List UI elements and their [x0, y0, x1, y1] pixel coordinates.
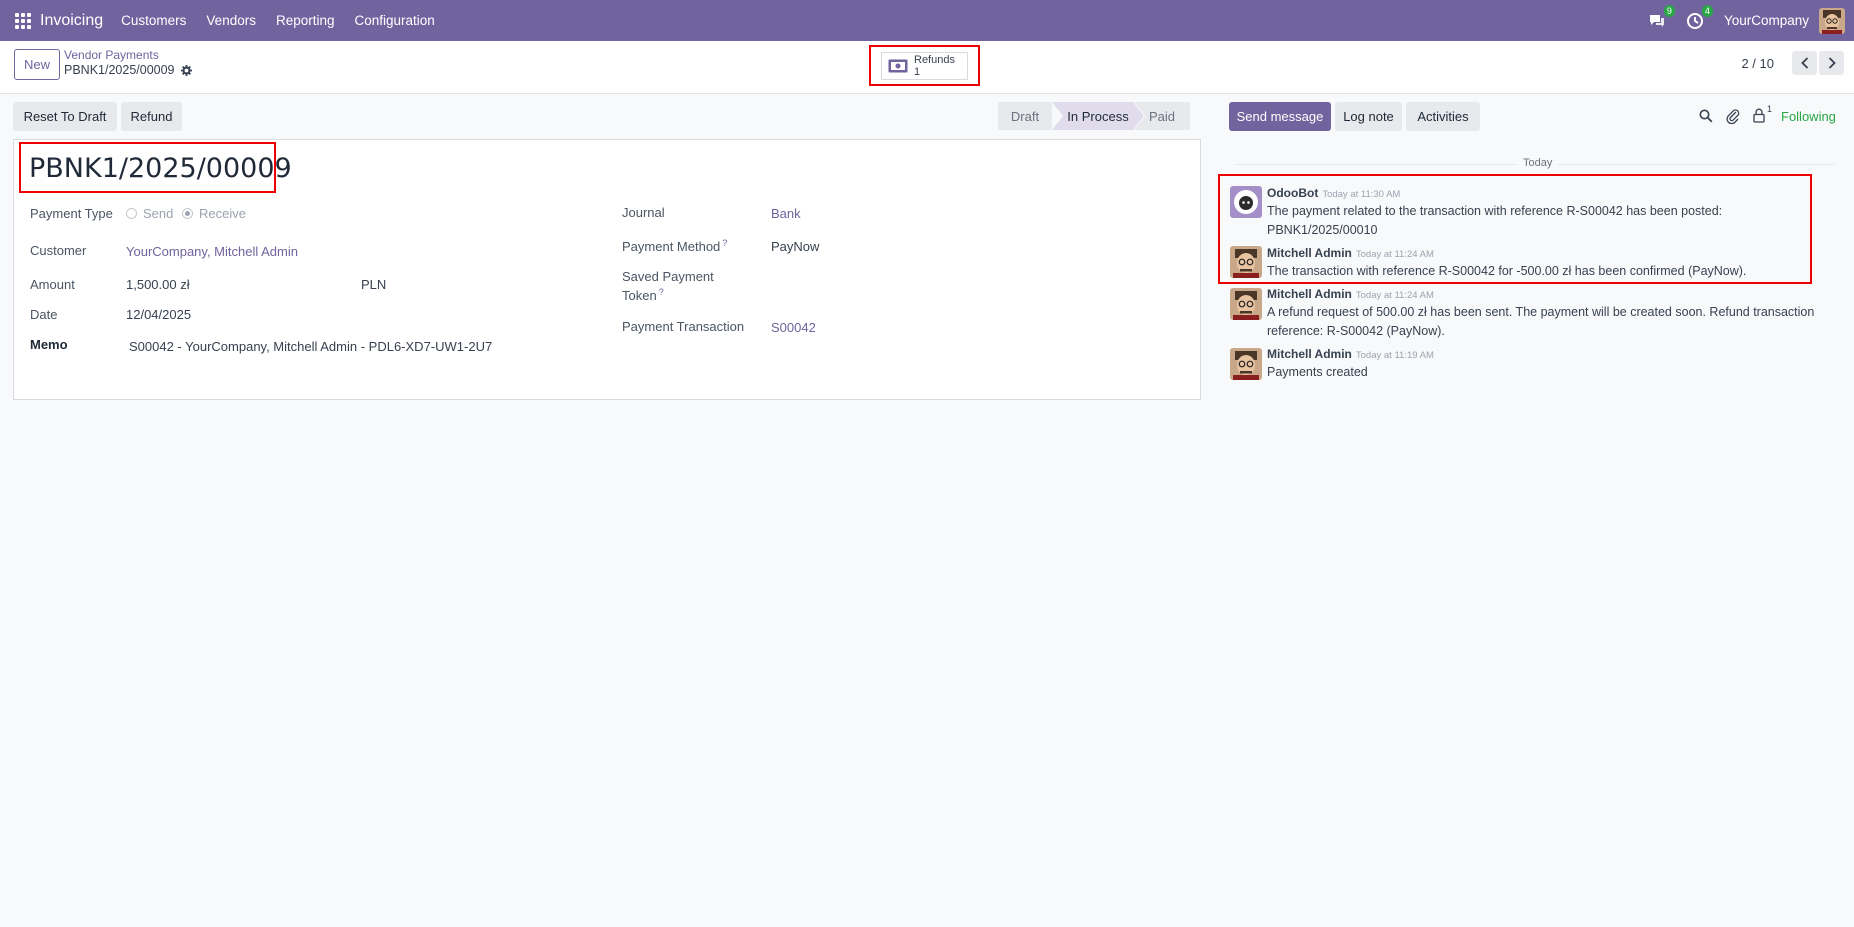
message-author[interactable]: OdooBot Today at 11:30 AM: [1267, 186, 1400, 200]
mitchell-admin-avatar[interactable]: [1230, 246, 1262, 278]
date-label: Date: [30, 307, 58, 322]
stage-draft[interactable]: Draft: [998, 102, 1052, 130]
saved-token-label-2: Token?: [622, 287, 664, 303]
journal-label: Journal: [622, 205, 665, 220]
odoobot-avatar[interactable]: [1230, 186, 1262, 218]
refunds-smart-button[interactable]: Refunds 1: [881, 52, 968, 80]
radio-receive[interactable]: [182, 208, 193, 219]
menu-customers[interactable]: Customers: [121, 13, 186, 28]
help-icon[interactable]: ?: [659, 287, 664, 297]
help-icon[interactable]: ?: [722, 238, 727, 248]
refunds-count: 1: [914, 66, 921, 78]
pager-value[interactable]: 2 / 10: [1741, 56, 1774, 71]
saved-token-label-1: Saved Payment: [622, 269, 714, 284]
date-value[interactable]: 12/04/2025: [126, 307, 191, 322]
following-button[interactable]: Following: [1781, 109, 1836, 124]
message-author[interactable]: Mitchell Admin Today at 11:24 AM: [1267, 287, 1434, 301]
radio-send[interactable]: [126, 208, 137, 219]
form-sheet: PBNK1/2025/00009 Payment Type Send Recei…: [13, 139, 1201, 400]
author-name[interactable]: Mitchell Admin: [1267, 287, 1352, 301]
journal-value[interactable]: Bank: [771, 206, 801, 221]
mitchell-admin-avatar[interactable]: [1230, 288, 1262, 320]
payment-type-receive[interactable]: Receive: [182, 206, 246, 221]
stage-in-process[interactable]: In Process: [1052, 102, 1144, 130]
menu-vendors[interactable]: Vendors: [206, 13, 256, 28]
company-switcher[interactable]: YourCompany: [1724, 13, 1809, 28]
smart-button-highlight: Refunds 1: [869, 45, 980, 86]
search-icon[interactable]: [1699, 109, 1713, 123]
activities-button[interactable]: Activities: [1406, 102, 1480, 131]
saved-token-label-text: Token: [622, 288, 657, 303]
apps-menu-icon[interactable]: [15, 12, 31, 29]
activities-badge: 4: [1701, 4, 1713, 17]
gear-icon[interactable]: [180, 64, 192, 76]
top-navbar: Invoicing Customers Vendors Reporting Co…: [0, 0, 1854, 41]
date-separator-label: Today: [1517, 157, 1559, 169]
transaction-value[interactable]: S00042: [771, 320, 816, 335]
control-panel: New Vendor Payments PBNK1/2025/00009 Ref…: [0, 41, 1854, 94]
chevron-right-icon: [1828, 57, 1836, 69]
chevron-left-icon: [1800, 57, 1808, 69]
send-message-button[interactable]: Send message: [1229, 102, 1331, 131]
receive-label: Receive: [199, 206, 246, 221]
messaging-icon[interactable]: 9: [1648, 4, 1675, 30]
memo-value[interactable]: S00042 - YourCompany, Mitchell Admin - P…: [129, 339, 492, 354]
breadcrumb-current: PBNK1/2025/00009: [64, 63, 192, 77]
author-name[interactable]: Mitchell Admin: [1267, 347, 1352, 361]
message-body: A refund request of 500.00 zł has been s…: [1267, 305, 1815, 319]
customer-label: Customer: [30, 243, 87, 258]
title-highlight: PBNK1/2025/00009: [19, 142, 292, 193]
message-body: The payment related to the transaction w…: [1267, 204, 1723, 218]
lock-followers-icon[interactable]: [1753, 108, 1765, 123]
payment-type-label: Payment Type: [30, 206, 113, 221]
messages-badge: 9: [1663, 4, 1675, 17]
customer-value[interactable]: YourCompany, Mitchell Admin: [126, 244, 298, 259]
reset-to-draft-button[interactable]: Reset To Draft: [13, 102, 117, 131]
message-timestamp: Today at 11:30 AM: [1322, 189, 1401, 200]
message-timestamp: Today at 11:24 AM: [1355, 290, 1434, 301]
refunds-label: Refunds: [914, 54, 955, 66]
currency-value[interactable]: PLN: [361, 277, 386, 292]
menu-reporting[interactable]: Reporting: [276, 13, 335, 28]
send-label: Send: [143, 206, 174, 221]
activities-clock-icon[interactable]: 4: [1686, 4, 1713, 30]
payment-title: PBNK1/2025/00009: [29, 153, 292, 184]
message-author[interactable]: Mitchell Admin Today at 11:24 AM: [1267, 246, 1434, 260]
paperclip-icon[interactable]: [1726, 108, 1740, 124]
message-author[interactable]: Mitchell Admin Today at 11:19 AM: [1267, 347, 1434, 361]
mitchell-admin-avatar[interactable]: [1230, 348, 1262, 380]
memo-label: Memo: [30, 337, 68, 352]
amount-label: Amount: [30, 277, 75, 292]
payment-method-label-text: Payment Method: [622, 239, 721, 254]
message-body-continued: reference: R-S00042 (PayNow).: [1267, 324, 1445, 338]
pager-previous-button[interactable]: [1792, 51, 1817, 75]
menu-configuration[interactable]: Configuration: [355, 13, 435, 28]
payment-type-send[interactable]: Send: [126, 206, 173, 221]
log-note-button[interactable]: Log note: [1335, 102, 1402, 131]
payment-method-value[interactable]: PayNow: [771, 239, 819, 254]
amount-value[interactable]: 1,500.00 zł: [126, 277, 190, 292]
followers-count: 1: [1767, 104, 1773, 114]
app-name[interactable]: Invoicing: [40, 12, 103, 30]
money-icon: [888, 59, 908, 73]
status-bar: Draft In Process Paid: [998, 102, 1190, 130]
message-body: The transaction with reference R-S00042 …: [1267, 264, 1747, 278]
message-timestamp: Today at 11:19 AM: [1355, 350, 1434, 361]
transaction-label: Payment Transaction: [622, 319, 745, 334]
refund-button[interactable]: Refund: [121, 102, 182, 131]
message-body: Payments created: [1267, 365, 1368, 379]
message-timestamp: Today at 11:24 AM: [1355, 249, 1434, 260]
message-link-payment[interactable]: PBNK1/2025/00010: [1267, 221, 1378, 240]
author-name[interactable]: Mitchell Admin: [1267, 246, 1352, 260]
pager-next-button[interactable]: [1819, 51, 1844, 75]
new-button[interactable]: New: [14, 49, 60, 80]
breadcrumb-current-label: PBNK1/2025/00009: [64, 63, 175, 77]
payment-method-label: Payment Method?: [622, 238, 727, 254]
user-avatar[interactable]: [1819, 7, 1845, 34]
breadcrumb-vendor-payments[interactable]: Vendor Payments: [64, 48, 159, 62]
author-name[interactable]: OdooBot: [1267, 186, 1318, 200]
